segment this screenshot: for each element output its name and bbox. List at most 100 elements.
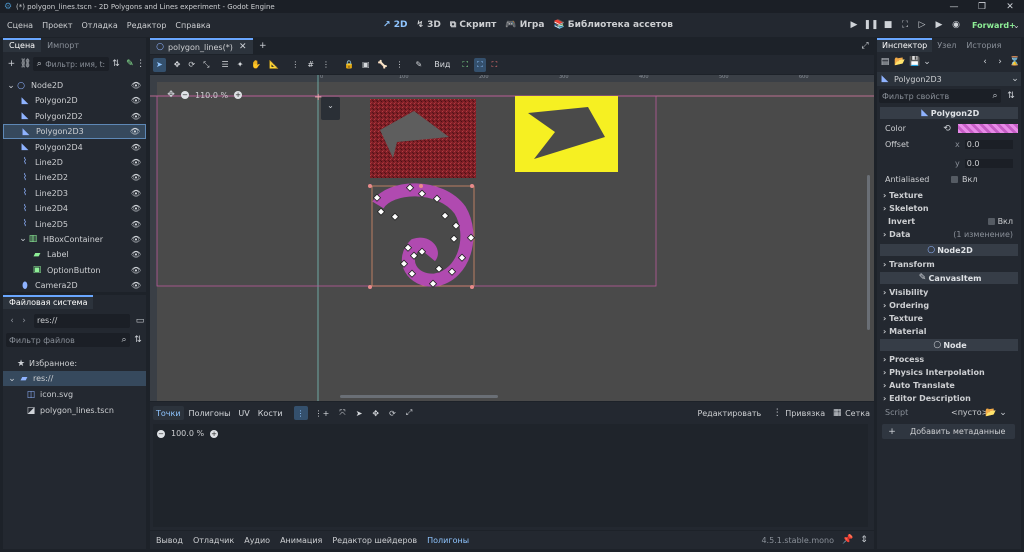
scene-node-row[interactable]: ▰ Label 👁 [3, 247, 146, 262]
polygon-create-icon[interactable]: ⛶ [459, 58, 471, 72]
close-icon[interactable]: ✕ [996, 1, 1024, 13]
fs-item-scene[interactable]: ◪ polygon_lines.tscn [3, 403, 146, 418]
snap-icon[interactable]: ⋮ [771, 407, 783, 419]
scene-node-row[interactable]: ⌇ Line2D5 👁 [3, 217, 146, 232]
skeleton-icon[interactable]: 🦴 [375, 58, 391, 72]
group-material[interactable]: › Material [877, 325, 1021, 338]
remove-point-icon[interactable]: ⤧ [336, 406, 348, 420]
back-icon[interactable]: ‹ [6, 315, 18, 327]
zoom-reset-icon[interactable]: ✥ [165, 89, 177, 101]
script-folder-icon[interactable]: 📂 [985, 407, 997, 419]
tab-bones[interactable]: Кости [255, 406, 286, 420]
visibility-eye-icon[interactable]: 👁 [130, 156, 142, 168]
view-menu[interactable]: Вид [431, 58, 453, 72]
poly-zoom-out-icon[interactable]: − [157, 429, 165, 438]
zoom-out-icon[interactable]: − [181, 91, 189, 99]
scene-node-row[interactable]: ⌄ ▥ HBoxContainer 👁 [3, 232, 146, 247]
scene-node-row[interactable]: ◣ Polygon2D3 👁 [3, 124, 146, 140]
remote-debug-icon[interactable]: ⛶ [899, 19, 911, 31]
polygon-delete-icon[interactable]: ⛶ [489, 58, 501, 72]
fs-item-res[interactable]: ⌄ ▰ res:// [3, 371, 146, 386]
close-tab-icon[interactable]: ✕ [237, 41, 249, 53]
scene-node-row[interactable]: ⌇ Line2D4 👁 [3, 201, 146, 216]
move-mode-icon[interactable]: ✥ [171, 58, 184, 72]
tab-inspector[interactable]: Инспектор [877, 38, 933, 52]
polygon-edit-icon[interactable]: ⛶ [474, 57, 486, 72]
bone-options-icon[interactable]: ⋮ [393, 58, 407, 72]
group-texture[interactable]: › Texture [877, 189, 1021, 202]
tab-points[interactable]: Точки [153, 406, 184, 420]
scene-filter-field[interactable]: ⌕ Фильтр: имя, t: [33, 57, 109, 71]
poly-canvas[interactable]: − 100.0 % + [153, 424, 868, 548]
select-mode-icon[interactable]: ➤ [153, 57, 166, 72]
grid-icon[interactable]: ▦ [831, 407, 843, 419]
group-auto-translate[interactable]: › Auto Translate [877, 379, 1021, 392]
distraction-free-icon[interactable]: ⤢ [859, 40, 871, 52]
tab-animation[interactable]: Анимация [280, 536, 322, 545]
tab-polygons[interactable]: Полигоны [186, 406, 234, 420]
movie-icon[interactable]: ◉ [950, 19, 962, 31]
dropdown-handle[interactable]: ⌄ [321, 97, 340, 120]
scene-node-row[interactable]: ▣ OptionButton 👁 [3, 263, 146, 278]
group-process[interactable]: › Process [877, 353, 1021, 366]
menu-help[interactable]: Справка [175, 21, 210, 30]
visibility-eye-icon[interactable]: 👁 [130, 233, 142, 245]
grid-snap-icon[interactable]: # [304, 58, 317, 72]
scene-node-row[interactable]: ⌇ Line2D 👁 [3, 155, 146, 170]
offset-x-field[interactable]: 0.0 [964, 140, 1013, 149]
filter-options-icon[interactable]: ⇅ [111, 58, 122, 70]
visibility-eye-icon[interactable]: 👁 [130, 172, 142, 184]
add-metadata-button[interactable]: + Добавить метаданные [882, 424, 1015, 439]
scale-mode-icon[interactable]: ⤡ [200, 58, 212, 72]
group-ordering[interactable]: › Ordering [877, 299, 1021, 312]
grid-menu[interactable]: Сетка [845, 409, 870, 418]
list-select-icon[interactable]: ☰ [219, 58, 232, 72]
visibility-eye-icon[interactable]: 👁 [130, 264, 142, 276]
visibility-eye-icon[interactable]: 👁 [130, 95, 142, 107]
group-texture-canvas[interactable]: › Texture [877, 312, 1021, 325]
visibility-eye-icon[interactable]: 👁 [130, 203, 142, 215]
forward-icon[interactable]: › [18, 315, 30, 327]
expand-panel-icon[interactable]: ⇕ [858, 534, 870, 546]
visibility-eye-icon[interactable]: 👁 [130, 187, 142, 199]
tab-scene[interactable]: Сцена [3, 38, 42, 52]
add-scene-icon[interactable]: + [257, 40, 269, 52]
resource-menu-icon[interactable]: ⌄ [921, 56, 933, 68]
tab-audio[interactable]: Аудио [244, 536, 270, 545]
scene-tab-polygon-lines[interactable]: ○ polygon_lines(*) ✕ [150, 38, 253, 54]
history-forward-icon[interactable]: › [994, 56, 1006, 68]
minimize-icon[interactable]: — [940, 1, 968, 13]
scene-node-row[interactable]: ◣ Polygon2D4 👁 [3, 140, 146, 155]
scene-node-row[interactable]: ◣ Polygon2D 👁 [3, 93, 146, 108]
pan-mode-icon[interactable]: ✋ [248, 58, 264, 72]
scene-node-row[interactable]: ⌇ Line2D3 👁 [3, 186, 146, 201]
workspace-2d[interactable]: ↗ 2D [383, 20, 407, 30]
fs-item-icon-svg[interactable]: ◫ icon.svg [3, 387, 146, 402]
visibility-eye-icon[interactable]: 👁 [130, 218, 142, 230]
group-data[interactable]: › Data (1 изменение) [877, 228, 1021, 241]
group-icon[interactable]: ▣ [359, 58, 373, 72]
move-point-icon[interactable]: ✥ [369, 406, 382, 420]
menu-scene[interactable]: Сцена [7, 21, 33, 30]
more-icon[interactable]: ⋮ [135, 58, 146, 70]
zoom-level[interactable]: 110.0 % [195, 91, 228, 100]
point-mode-icon[interactable]: ⋮ [293, 406, 308, 420]
scroll-vertical[interactable] [867, 175, 870, 330]
snap-options-icon[interactable]: ⋮ [319, 58, 333, 72]
play-custom-icon[interactable]: ▶ [933, 19, 945, 31]
split-view-icon[interactable]: ▭ [134, 315, 146, 327]
edit-menu[interactable]: Редактировать [697, 409, 761, 418]
group-visibility[interactable]: › Visibility [877, 286, 1021, 299]
new-resource-icon[interactable]: ▤ [879, 56, 891, 68]
tab-import[interactable]: Импорт [41, 41, 85, 50]
group-editor-description[interactable]: › Editor Description [877, 392, 1021, 405]
play-icon[interactable]: ▶ [848, 19, 860, 31]
visibility-eye-icon[interactable]: 👁 [130, 80, 142, 92]
visibility-eye-icon[interactable]: 👁 [130, 249, 142, 261]
script-chevron-icon[interactable]: ⌄ [997, 407, 1009, 419]
workspace-3d[interactable]: ↯ 3D [416, 20, 440, 30]
visibility-eye-icon[interactable]: 👁 [130, 110, 142, 122]
ruler-mode-icon[interactable]: 📐 [266, 58, 282, 72]
property-filter-field[interactable]: Фильтр свойств ⌕ [879, 89, 1001, 103]
tab-shader-editor[interactable]: Редактор шейдеров [332, 536, 417, 545]
